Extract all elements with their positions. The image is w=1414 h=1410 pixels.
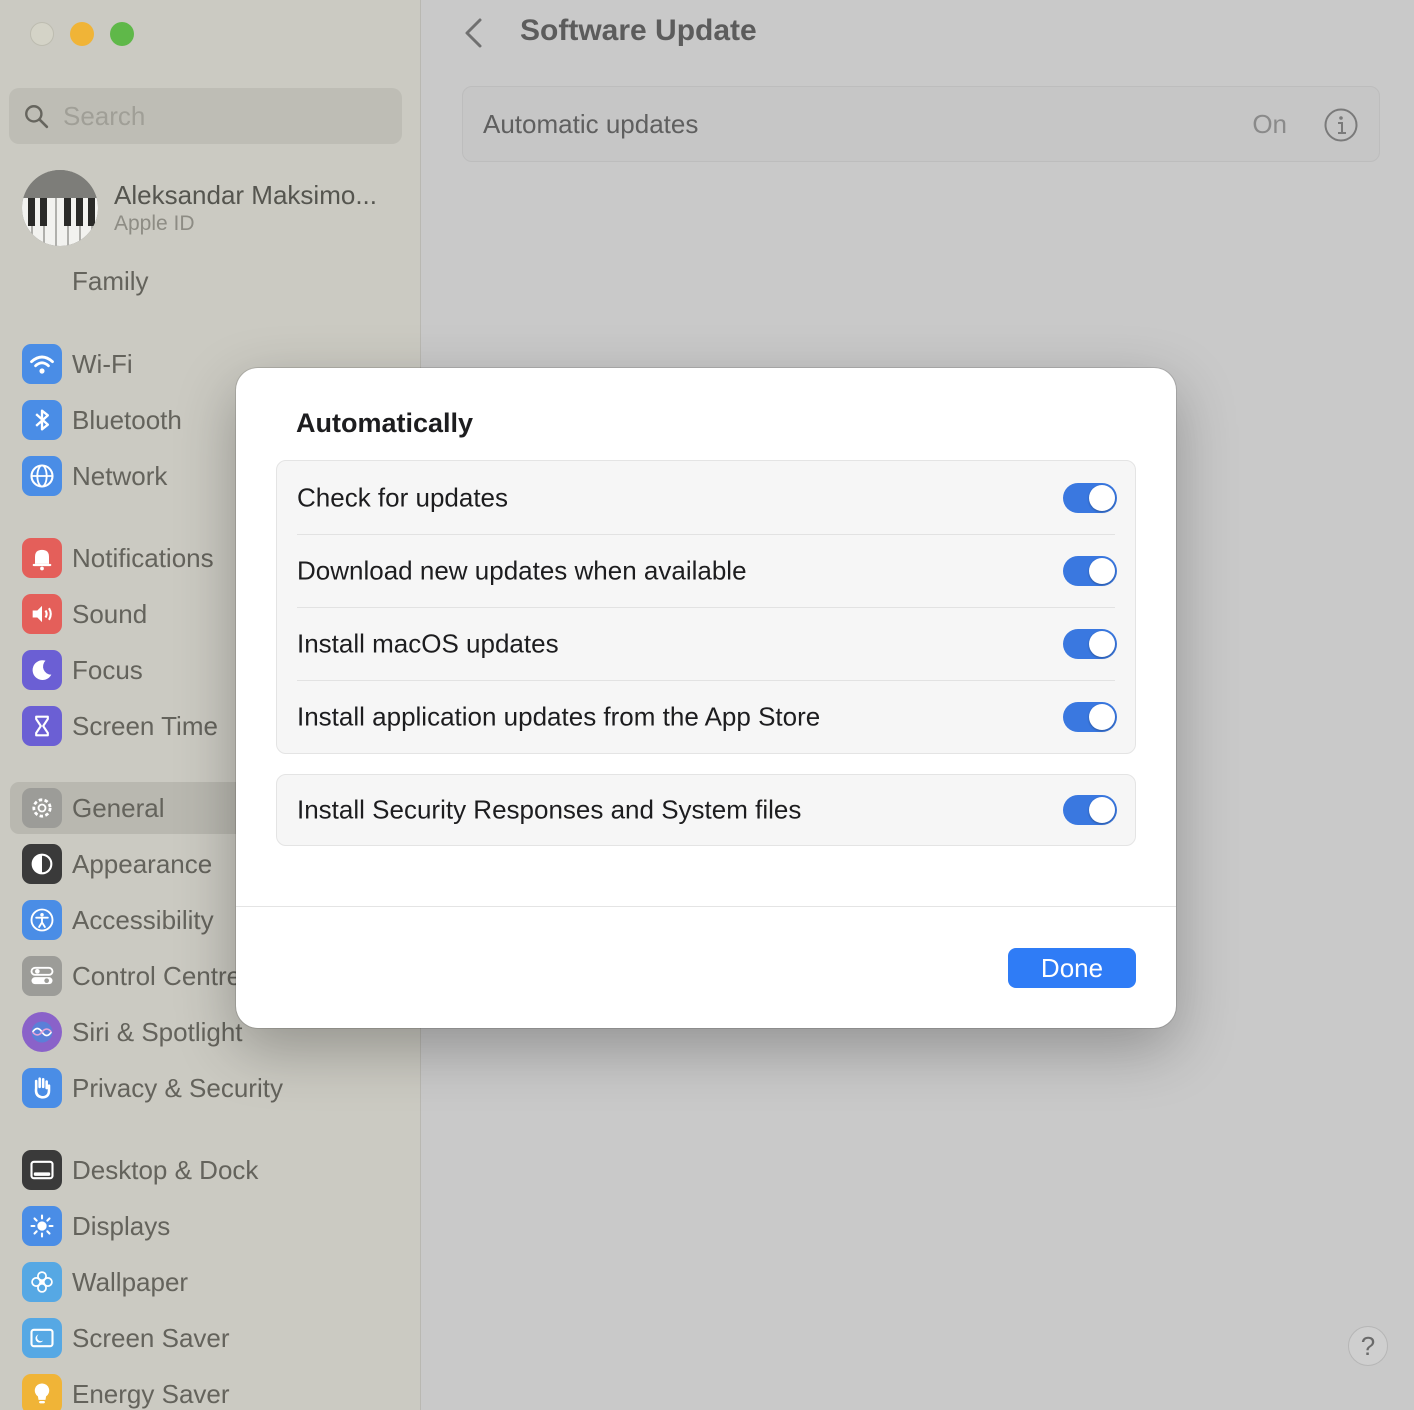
chevron-left-icon: [465, 18, 482, 48]
sidebar-item-label: Network: [72, 460, 168, 491]
sidebar-item-label: Displays: [72, 1210, 171, 1241]
sidebar-item-label: Wi-Fi: [72, 348, 133, 379]
done-button[interactable]: Done: [1008, 948, 1136, 988]
gear-icon: [22, 788, 62, 828]
hand-icon: [22, 1068, 62, 1108]
sidebar-item-label: Privacy & Security: [72, 1072, 283, 1103]
siri-icon: [22, 1012, 62, 1052]
sidebar-item-screen-saver[interactable]: Screen Saver: [10, 1312, 410, 1364]
moon-icon: [22, 650, 62, 690]
info-icon: [1324, 108, 1358, 142]
update-options-group: Check for updates Download new updates w…: [276, 460, 1136, 754]
sidebar-item-privacy-security[interactable]: Privacy & Security: [10, 1062, 410, 1114]
security-options-group: Install Security Responses and System fi…: [276, 774, 1136, 846]
page-title: Software Update: [520, 14, 757, 47]
globe-icon: [22, 456, 62, 496]
security-responses-toggle[interactable]: [1063, 795, 1117, 825]
option-row-install-macos-updates: Install macOS updates: [277, 607, 1135, 680]
search-icon: [25, 105, 49, 129]
automatic-updates-dialog: Automatically Check for updates Download…: [236, 368, 1176, 1028]
sidebar-item-label: Appearance: [72, 848, 213, 879]
option-row-check-for-updates: Check for updates: [277, 461, 1135, 534]
option-label: Check for updates: [297, 482, 509, 512]
automatic-updates-row: Automatic updates On: [462, 86, 1380, 162]
search-input[interactable]: Search: [9, 88, 402, 144]
sun-icon: [22, 1206, 62, 1246]
hourglass-icon: [22, 706, 62, 746]
option-label: Install Security Responses and System fi…: [297, 794, 802, 825]
sidebar-item-label: Desktop & Dock: [72, 1154, 259, 1185]
option-row-download-updates: Download new updates when available: [277, 534, 1135, 607]
option-label: Download new updates when available: [297, 555, 747, 585]
profile-name: Aleksandar Maksimo...: [114, 180, 377, 210]
bell-icon: [22, 538, 62, 578]
dock-icon: [22, 1150, 62, 1190]
back-button[interactable]: [458, 16, 490, 50]
download-updates-toggle[interactable]: [1063, 555, 1117, 586]
sidebar-item-energy-saver[interactable]: Energy Saver: [10, 1368, 410, 1410]
automatic-updates-label: Automatic updates: [483, 109, 699, 139]
sidebar-item-label: Control Centre: [72, 960, 242, 991]
sidebar-item-family[interactable]: Family: [72, 266, 149, 297]
automatic-updates-info-button[interactable]: [1323, 107, 1359, 143]
sidebar-item-desktop-dock[interactable]: Desktop & Dock: [10, 1144, 410, 1196]
screensaver-icon: [22, 1318, 62, 1358]
option-row-install-app-updates: Install application updates from the App…: [277, 680, 1135, 753]
accessibility-icon: [22, 900, 62, 940]
minimize-window-button[interactable]: [70, 22, 94, 46]
bluetooth-icon: [22, 400, 62, 440]
automatic-updates-value: On: [1252, 109, 1287, 139]
install-app-updates-toggle[interactable]: [1063, 701, 1117, 732]
sidebar-item-label: Energy Saver: [72, 1378, 230, 1409]
avatar: [22, 170, 98, 246]
close-window-button[interactable]: [30, 22, 54, 46]
dialog-divider: [236, 906, 1176, 907]
sidebar-item-displays[interactable]: Displays: [10, 1200, 410, 1252]
apple-id-profile[interactable]: Aleksandar Maksimo... Apple ID: [22, 170, 402, 246]
zoom-window-button[interactable]: [110, 22, 134, 46]
search-placeholder: Search: [63, 100, 146, 131]
option-label: Install macOS updates: [297, 628, 559, 658]
dialog-title: Automatically: [296, 408, 474, 438]
sidebar-item-label: Sound: [72, 598, 148, 629]
sidebar-item-label: Screen Time: [72, 710, 218, 741]
sidebar-item-wallpaper[interactable]: Wallpaper: [10, 1256, 410, 1308]
sidebar-item-label: Wallpaper: [72, 1266, 189, 1297]
sidebar-item-label: Screen Saver: [72, 1322, 230, 1353]
sidebar-item-label: Focus: [72, 654, 143, 685]
profile-subtitle: Apple ID: [114, 212, 195, 235]
flower-icon: [22, 1262, 62, 1302]
wifi-icon: [22, 344, 62, 384]
option-row-security-responses: Install Security Responses and System fi…: [277, 775, 1135, 845]
bulb-icon: [22, 1374, 62, 1410]
sidebar-item-label: Accessibility: [72, 904, 214, 935]
install-macos-updates-toggle[interactable]: [1063, 628, 1117, 659]
check-for-updates-toggle[interactable]: [1063, 482, 1117, 513]
appearance-icon: [22, 844, 62, 884]
help-button[interactable]: ?: [1348, 1326, 1388, 1366]
option-label: Install application updates from the App…: [297, 701, 821, 731]
sidebar-item-label: Notifications: [72, 542, 214, 573]
sidebar-item-label: General: [72, 792, 165, 823]
sidebar-item-label: Bluetooth: [72, 404, 182, 435]
speaker-icon: [22, 594, 62, 634]
sidebar-item-label: Siri & Spotlight: [72, 1016, 243, 1047]
switches-icon: [22, 956, 62, 996]
